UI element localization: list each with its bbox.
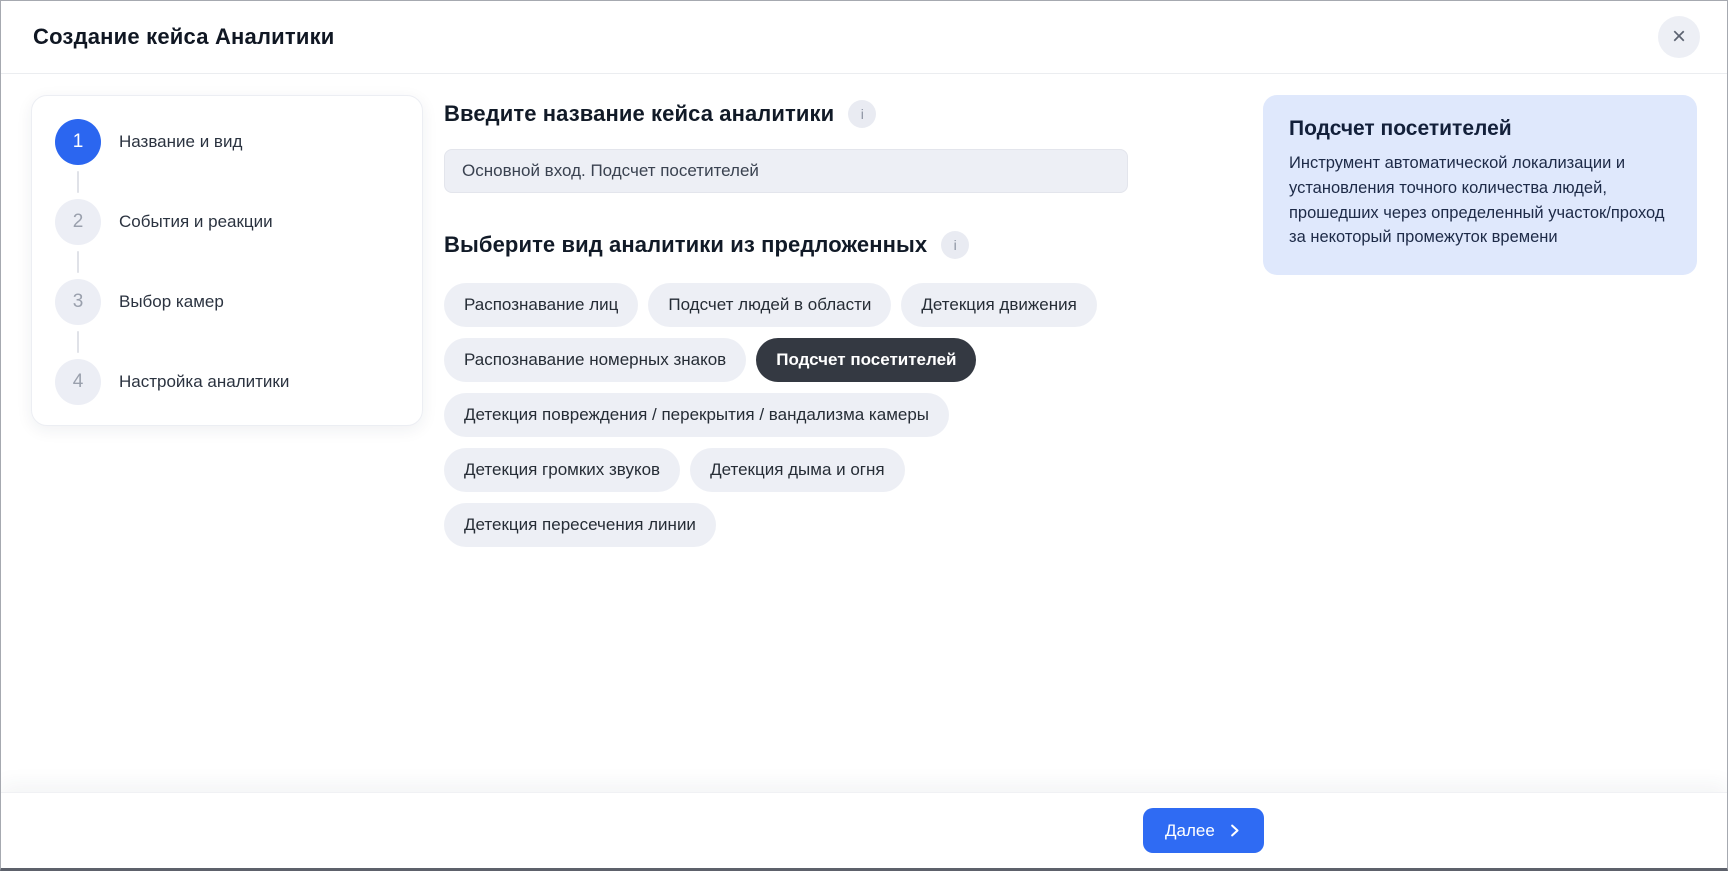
- step-2-circle: 2: [55, 199, 101, 245]
- analytics-type-heading: Выберите вид аналитики из предложенных: [444, 232, 927, 258]
- chevron-right-icon: [1227, 823, 1242, 838]
- step-4-circle: 4: [55, 359, 101, 405]
- modal-footer: Далее: [1, 792, 1727, 868]
- case-name-heading: Введите название кейса аналитики: [444, 101, 834, 127]
- step-analytics-settings[interactable]: 4 Настройка аналитики: [55, 359, 402, 405]
- close-icon: ×: [1672, 25, 1686, 49]
- info-panel-title: Подсчет посетителей: [1289, 117, 1671, 141]
- step-connector: [77, 251, 79, 273]
- info-panel-description: Инструмент автоматической локализации и …: [1289, 151, 1671, 250]
- step-connector: [77, 171, 79, 193]
- chip-motion-detection[interactable]: Детекция движения: [901, 283, 1096, 327]
- next-button[interactable]: Далее: [1143, 808, 1264, 853]
- modal-body: 1 Название и вид 2 События и реакции 3 В…: [1, 74, 1727, 792]
- case-name-input[interactable]: [444, 149, 1128, 193]
- step-2-label: События и реакции: [119, 212, 273, 232]
- form-area: Введите название кейса аналитики i Выбер…: [444, 95, 1128, 547]
- step-4-label: Настройка аналитики: [119, 372, 289, 392]
- chip-face-recognition[interactable]: Распознавание лиц: [444, 283, 638, 327]
- chip-visitor-counting[interactable]: Подсчет посетителей: [756, 338, 976, 382]
- info-icon[interactable]: i: [848, 100, 876, 128]
- chip-people-count-in-area[interactable]: Подсчет людей в области: [648, 283, 891, 327]
- modal-header: Создание кейса Аналитики ×: [1, 1, 1727, 74]
- step-1-label: Название и вид: [119, 132, 242, 152]
- step-3-label: Выбор камер: [119, 292, 224, 312]
- step-camera-selection[interactable]: 3 Выбор камер: [55, 279, 402, 325]
- chip-line-crossing-detection[interactable]: Детекция пересечения линии: [444, 503, 716, 547]
- stepper-card: 1 Название и вид 2 События и реакции 3 В…: [31, 95, 423, 426]
- step-events-and-reactions[interactable]: 2 События и реакции: [55, 199, 402, 245]
- step-3-circle: 3: [55, 279, 101, 325]
- create-analytics-case-modal: Создание кейса Аналитики × 1 Название и …: [0, 0, 1728, 871]
- selected-analytics-info-panel: Подсчет посетителей Инструмент автоматич…: [1263, 95, 1697, 275]
- chip-license-plate-recognition[interactable]: Распознавание номерных знаков: [444, 338, 746, 382]
- analytics-type-options: Распознавание лиц Подсчет людей в област…: [444, 283, 1128, 547]
- close-button[interactable]: ×: [1658, 16, 1700, 58]
- info-icon[interactable]: i: [941, 231, 969, 259]
- step-name-and-type[interactable]: 1 Название и вид: [55, 119, 402, 165]
- step-connector: [77, 331, 79, 353]
- step-1-circle: 1: [55, 119, 101, 165]
- chip-loud-sound-detection[interactable]: Детекция громких звуков: [444, 448, 680, 492]
- chip-camera-tampering-detection[interactable]: Детекция повреждения / перекрытия / ванд…: [444, 393, 949, 437]
- chip-smoke-fire-detection[interactable]: Детекция дыма и огня: [690, 448, 905, 492]
- modal-title: Создание кейса Аналитики: [33, 24, 335, 50]
- next-button-label: Далее: [1165, 821, 1215, 841]
